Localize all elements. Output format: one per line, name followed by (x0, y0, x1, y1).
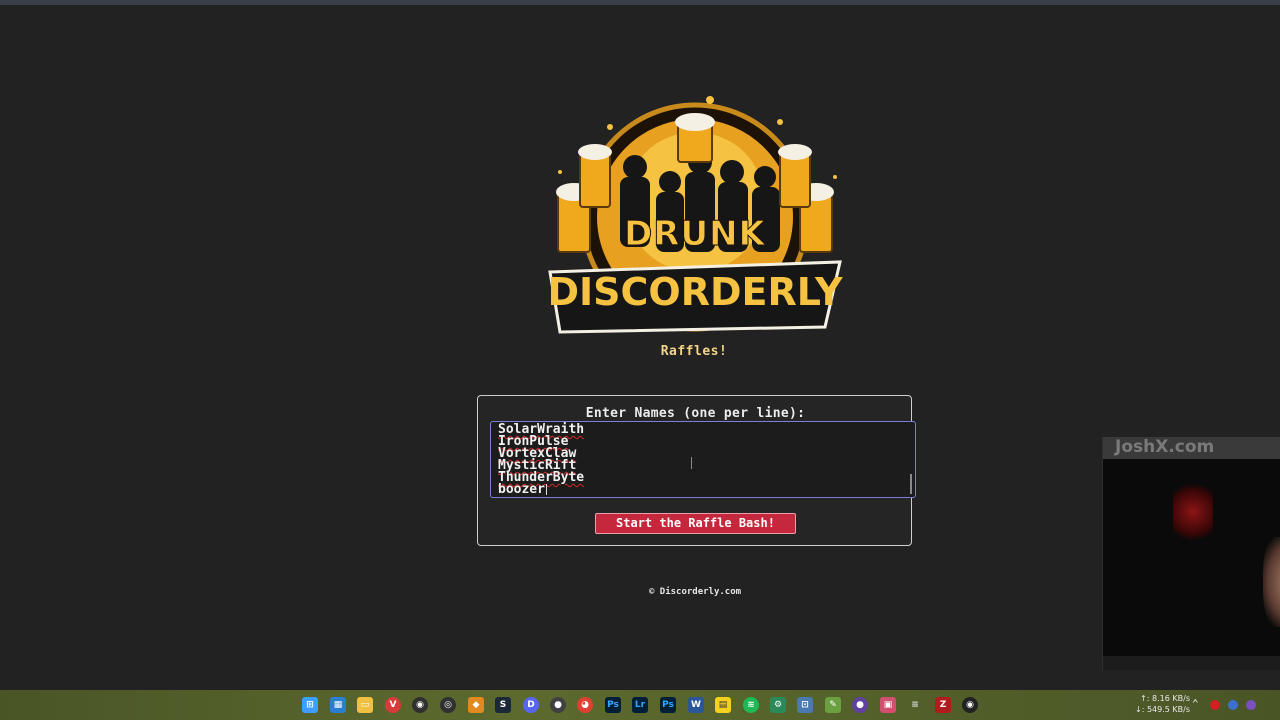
obs-tray-icon[interactable]: ◉ (962, 697, 978, 713)
logo-word-drunk: DRUNK (624, 214, 766, 255)
filezilla-icon[interactable]: Z (935, 697, 951, 713)
names-textarea[interactable]: SolarWraith IronPulse VortexClaw MysticR… (490, 421, 916, 498)
logo-word-and: and (680, 252, 710, 268)
app2-icon[interactable]: ● (852, 697, 868, 713)
names-label: Enter Names (one per line): (585, 406, 806, 421)
tray-purple-icon[interactable] (1246, 700, 1256, 710)
webcam-bottom-bar (1103, 656, 1280, 670)
notepad-icon[interactable]: ✎ (825, 697, 841, 713)
textarea-scrollbar[interactable] (910, 474, 912, 494)
system-tray: ⌃ (1192, 697, 1272, 713)
raffle-form-panel: Enter Names (one per line): SolarWraith … (477, 395, 916, 546)
steam-icon[interactable]: S (495, 697, 511, 713)
drive-icon[interactable] (1228, 700, 1238, 710)
obs-alt-icon[interactable]: ◎ (440, 697, 456, 713)
webcam-person (1263, 537, 1280, 627)
webcam-overlay: JoshX.com (1102, 437, 1280, 670)
gallery-icon[interactable]: ▣ (880, 697, 896, 713)
word-icon[interactable]: W (688, 697, 704, 713)
settings-icon[interactable]: ⚙ (770, 697, 786, 713)
discord-icon[interactable]: D (523, 697, 539, 713)
network-speed: ↑: 8.16 KB/s ↓: 549.5 KB/s (1135, 693, 1190, 715)
webcam-brand-text: JoshX.com (1115, 437, 1215, 457)
footer-copyright: © Discorderly.com (648, 587, 742, 597)
chevron-up-icon[interactable]: ⌃ (1192, 697, 1199, 710)
lightroom-icon[interactable]: Lr (632, 697, 648, 713)
window-top-strip (0, 0, 1280, 5)
obs-icon[interactable]: ◉ (412, 697, 428, 713)
name-entry-text: boozer (498, 482, 545, 497)
sticky-notes-icon[interactable]: ▤ (715, 697, 731, 713)
drunk-and-discorderly-logo: DRUNK and DISCORDERLY (540, 92, 850, 342)
text-caret (545, 484, 547, 495)
widgets-icon[interactable]: ▦ (330, 697, 346, 713)
tray-app-icon[interactable] (1210, 700, 1220, 710)
photoshop-alt-icon[interactable]: Ps (660, 697, 676, 713)
vivaldi-icon[interactable]: V (385, 697, 401, 713)
name-entry: ThunderByte (498, 470, 585, 485)
spotify-icon[interactable]: ≋ (743, 697, 759, 713)
raffles-subtitle: Raffles! (660, 344, 728, 359)
upload-speed: ↑: 8.16 KB/s (1140, 694, 1190, 703)
webcam-background-light (1173, 482, 1213, 542)
name-entry-current: boozer (498, 482, 915, 497)
start-raffle-button[interactable]: Start the Raffle Bash! (595, 513, 796, 534)
mouse-ibeam-cursor (691, 457, 692, 469)
logo-word-discorderly: DISCORDERLY (547, 270, 843, 314)
file-explorer-icon[interactable]: ▭ (357, 697, 373, 713)
photoshop-icon[interactable]: Ps (605, 697, 621, 713)
app-icon[interactable]: ● (550, 697, 566, 713)
game-icon[interactable]: ◆ (468, 697, 484, 713)
chrome-icon[interactable]: ◕ (577, 697, 593, 713)
download-speed: ↓: 549.5 KB/s (1135, 705, 1190, 714)
windows-start-icon[interactable]: ⊞ (302, 697, 318, 713)
network-icon[interactable]: ⊡ (797, 697, 813, 713)
windows-taskbar: ⊞ ▦ ▭ V ◉ ◎ ◆ S D ● ◕ Ps Lr Ps W ▤ ≋ ⚙ ⊡… (0, 690, 1280, 720)
menu-icon[interactable]: ≡ (907, 697, 923, 713)
